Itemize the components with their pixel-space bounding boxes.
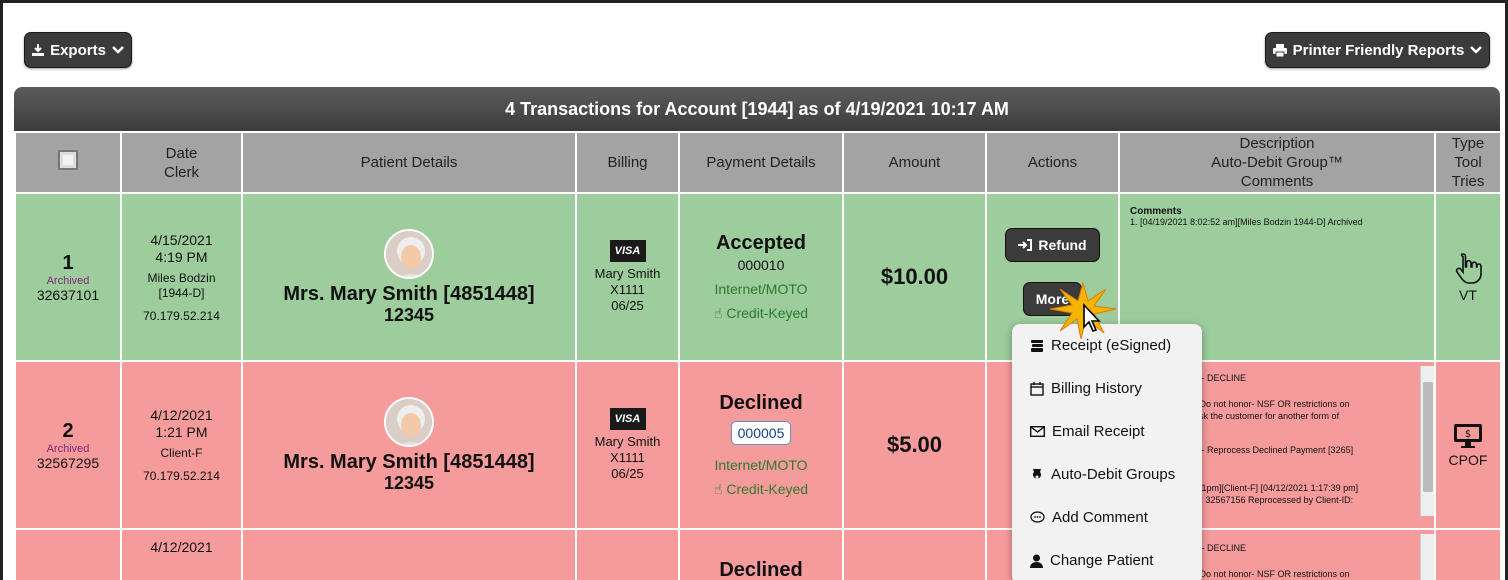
refund-button[interactable]: Refund — [1005, 228, 1100, 262]
tx-date: 4/12/2021 — [150, 407, 213, 423]
archived-label: Archived — [46, 442, 90, 455]
piggy-bank-icon — [1033, 468, 1041, 479]
scrollbar[interactable] — [1420, 366, 1434, 516]
hand-pointer-icon: ☝ — [713, 305, 723, 321]
envelope-icon — [1030, 426, 1045, 437]
clerk-name: Miles Bodzin — [147, 270, 216, 285]
card-name: Mary Smith — [594, 266, 661, 281]
menu-item-change-patient[interactable]: Change Patient — [1012, 539, 1202, 580]
auth-code-link[interactable]: 000005 — [730, 421, 792, 445]
more-actions-menu: Receipt (eSigned) Billing History Email … — [1012, 324, 1202, 580]
ip-address: 70.179.52.214 — [143, 469, 220, 483]
header-description: Description Auto-Debit Group™ Comments — [1118, 131, 1436, 194]
avatar[interactable] — [384, 397, 434, 447]
avatar[interactable] — [384, 229, 434, 279]
hand-pointer-icon — [1437, 252, 1499, 287]
patient-zip: 12345 — [383, 473, 435, 493]
exports-button[interactable]: Exports — [24, 32, 132, 68]
header-payment-details: Payment Details — [678, 131, 844, 194]
payment-channel: Internet/MOTO — [714, 281, 808, 297]
tx-date: 4/15/2021 — [150, 231, 213, 248]
comments-title: Comments — [1130, 206, 1182, 217]
card-expiry: 06/25 — [611, 466, 644, 481]
row-number: 2 — [62, 419, 74, 442]
menu-item-add-comment[interactable]: Add Comment — [1012, 496, 1202, 539]
card-number: X1111 — [610, 282, 645, 297]
tx-date: 4/12/2021 — [150, 539, 213, 555]
amount: $5.00 — [886, 432, 943, 457]
archived-label: Archived — [46, 274, 90, 287]
monitor-icon: $ — [1437, 423, 1499, 452]
payment-status: Accepted — [715, 232, 807, 254]
comment-text: 1. [04/19/2021 8:02:52 am][Miles Bodzin … — [1130, 217, 1363, 227]
tool-type: CPOF — [1448, 451, 1488, 468]
svg-text:$: $ — [1465, 429, 1471, 440]
chevron-down-icon — [1470, 46, 1483, 54]
click-highlight-icon — [1049, 281, 1117, 340]
header-patient-details: Patient Details — [241, 131, 577, 194]
payment-channel: Internet/MOTO — [714, 457, 808, 473]
table-row[interactable]: 4/12/2021 Declined n - DECLINE - Do not … — [14, 528, 1502, 580]
scrollbar[interactable] — [1420, 534, 1434, 580]
calendar-icon — [1030, 381, 1044, 396]
menu-item-email-receipt[interactable]: Email Receipt — [1012, 410, 1202, 453]
header-type: Type Tool Tries — [1434, 131, 1502, 194]
amount: $10.00 — [880, 264, 949, 289]
header-actions: Actions — [985, 131, 1120, 194]
card-expiry: 06/25 — [611, 298, 644, 313]
patient-name[interactable]: Mrs. Mary Smith [4851448] — [244, 283, 574, 305]
header-select-all — [14, 131, 122, 194]
visa-card-icon: VISA — [609, 408, 646, 430]
comment-icon — [1030, 511, 1045, 523]
printer-icon — [1272, 43, 1287, 57]
entry-method: ☝ Credit-Keyed — [713, 305, 809, 321]
patient-zip: 12345 — [383, 305, 435, 325]
app-frame: Exports Printer Friendly Reports 4 Trans… — [0, 0, 1508, 580]
download-icon — [32, 44, 45, 56]
visa-card-icon: VISA — [609, 240, 646, 262]
select-all-checkbox[interactable] — [58, 150, 78, 170]
menu-item-auto-debit-groups[interactable]: Auto-Debit Groups — [1012, 453, 1202, 496]
header-billing: Billing — [575, 131, 680, 194]
tx-time: 4:19 PM — [155, 248, 208, 265]
payment-status: Declined — [719, 559, 803, 580]
auth-code: 000010 — [737, 257, 785, 273]
printer-friendly-reports-button[interactable]: Printer Friendly Reports — [1265, 32, 1490, 68]
table-row[interactable]: 2 Archived 32567295 4/12/2021 1:21 PM Cl… — [14, 360, 1502, 530]
clerk-id: [1944-D] — [158, 285, 205, 300]
card-number: X1111 — [610, 450, 645, 465]
user-icon — [1030, 554, 1043, 568]
transactions-table: 4 Transactions for Account [1944] as of … — [14, 87, 1502, 580]
header-amount: Amount — [842, 131, 987, 194]
exports-label: Exports — [50, 41, 106, 59]
row-number: 1 — [62, 251, 74, 274]
ip-address: 70.179.52.214 — [143, 308, 220, 323]
receipt-icon — [1031, 339, 1043, 352]
payment-status: Declined — [719, 392, 803, 414]
chevron-down-icon — [112, 46, 124, 54]
transaction-id: 32637101 — [36, 286, 100, 303]
printer-label: Printer Friendly Reports — [1292, 41, 1465, 59]
entry-method: ☝ Credit-Keyed — [713, 481, 809, 497]
header-date-clerk: Date Clerk — [120, 131, 243, 194]
sign-in-icon — [1018, 239, 1033, 251]
clerk-name: Client-F — [160, 446, 203, 460]
transaction-id: 32567295 — [36, 454, 100, 471]
menu-item-billing-history[interactable]: Billing History — [1012, 367, 1202, 410]
card-name: Mary Smith — [594, 434, 661, 449]
tool-type: VT — [1459, 286, 1477, 303]
patient-name[interactable]: Mrs. Mary Smith [4851448] — [244, 451, 574, 473]
table-row[interactable]: 1 Archived 32637101 4/15/2021 4:19 PM Mi… — [14, 192, 1502, 362]
table-title: 4 Transactions for Account [1944] as of … — [14, 87, 1500, 131]
tx-time: 1:21 PM — [155, 424, 208, 440]
hand-pointer-icon: ☝ — [713, 481, 723, 497]
